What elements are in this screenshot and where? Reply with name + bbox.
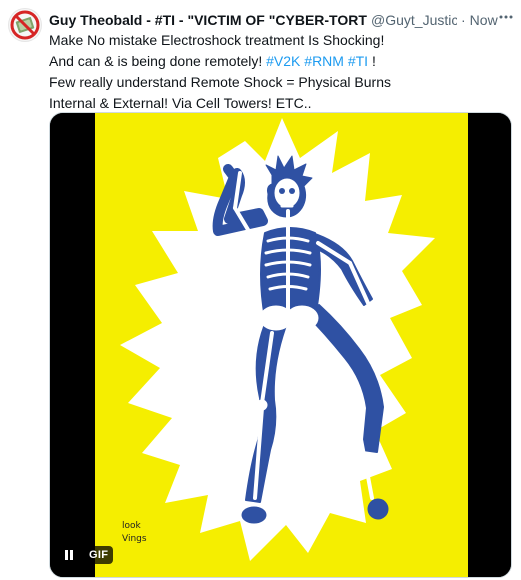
hashtag-ti[interactable]: #TI (348, 53, 368, 69)
no-money-avatar-icon (10, 10, 40, 40)
tweet-line-2: And can & is being done remotely! #V2K #… (49, 51, 509, 72)
pause-icon (65, 550, 73, 560)
more-options-button[interactable] (497, 8, 515, 26)
tweet-line-1: Make No mistake Electroshock treatment I… (49, 32, 385, 48)
author-handle[interactable]: @Guyt_Justic (371, 12, 457, 28)
tweet-line-2-trailing: ! (368, 53, 376, 69)
separator-dot: · (461, 12, 466, 28)
hashtag-v2k[interactable]: #V2K (266, 53, 300, 69)
tweet-text: Make No mistake Electroshock treatment I… (49, 30, 509, 114)
timestamp[interactable]: Now (470, 12, 498, 28)
artist-signature-line-2: Vings (122, 534, 147, 544)
hashtag-rnm[interactable]: #RNM (304, 53, 344, 69)
tweet-line-2-text: And can & is being done remotely! (49, 53, 267, 69)
tweet-line-4: Internal & External! Via Cell Towers! ET… (49, 95, 312, 111)
tweet[interactable]: Guy Theobald - #TI - "VICTIM OF "CYBER-T… (0, 0, 521, 580)
artist-signature-line-1: look (122, 521, 142, 531)
gif-media[interactable]: look Vings (49, 112, 512, 578)
pause-button[interactable] (58, 544, 80, 566)
electroshock-skeleton-gif: look Vings (50, 113, 511, 577)
more-horizontal-icon (499, 15, 513, 19)
author-avatar[interactable] (8, 8, 42, 42)
gif-badge: GIF (84, 546, 114, 564)
tweet-line-3: Few really understand Remote Shock = Phy… (49, 74, 391, 90)
gif-controls: GIF (58, 543, 114, 567)
author-display-name[interactable]: Guy Theobald - #TI - "VICTIM OF "CYBER-T… (49, 12, 367, 28)
tweet-header: Guy Theobald - #TI - "VICTIM OF "CYBER-T… (49, 10, 519, 30)
